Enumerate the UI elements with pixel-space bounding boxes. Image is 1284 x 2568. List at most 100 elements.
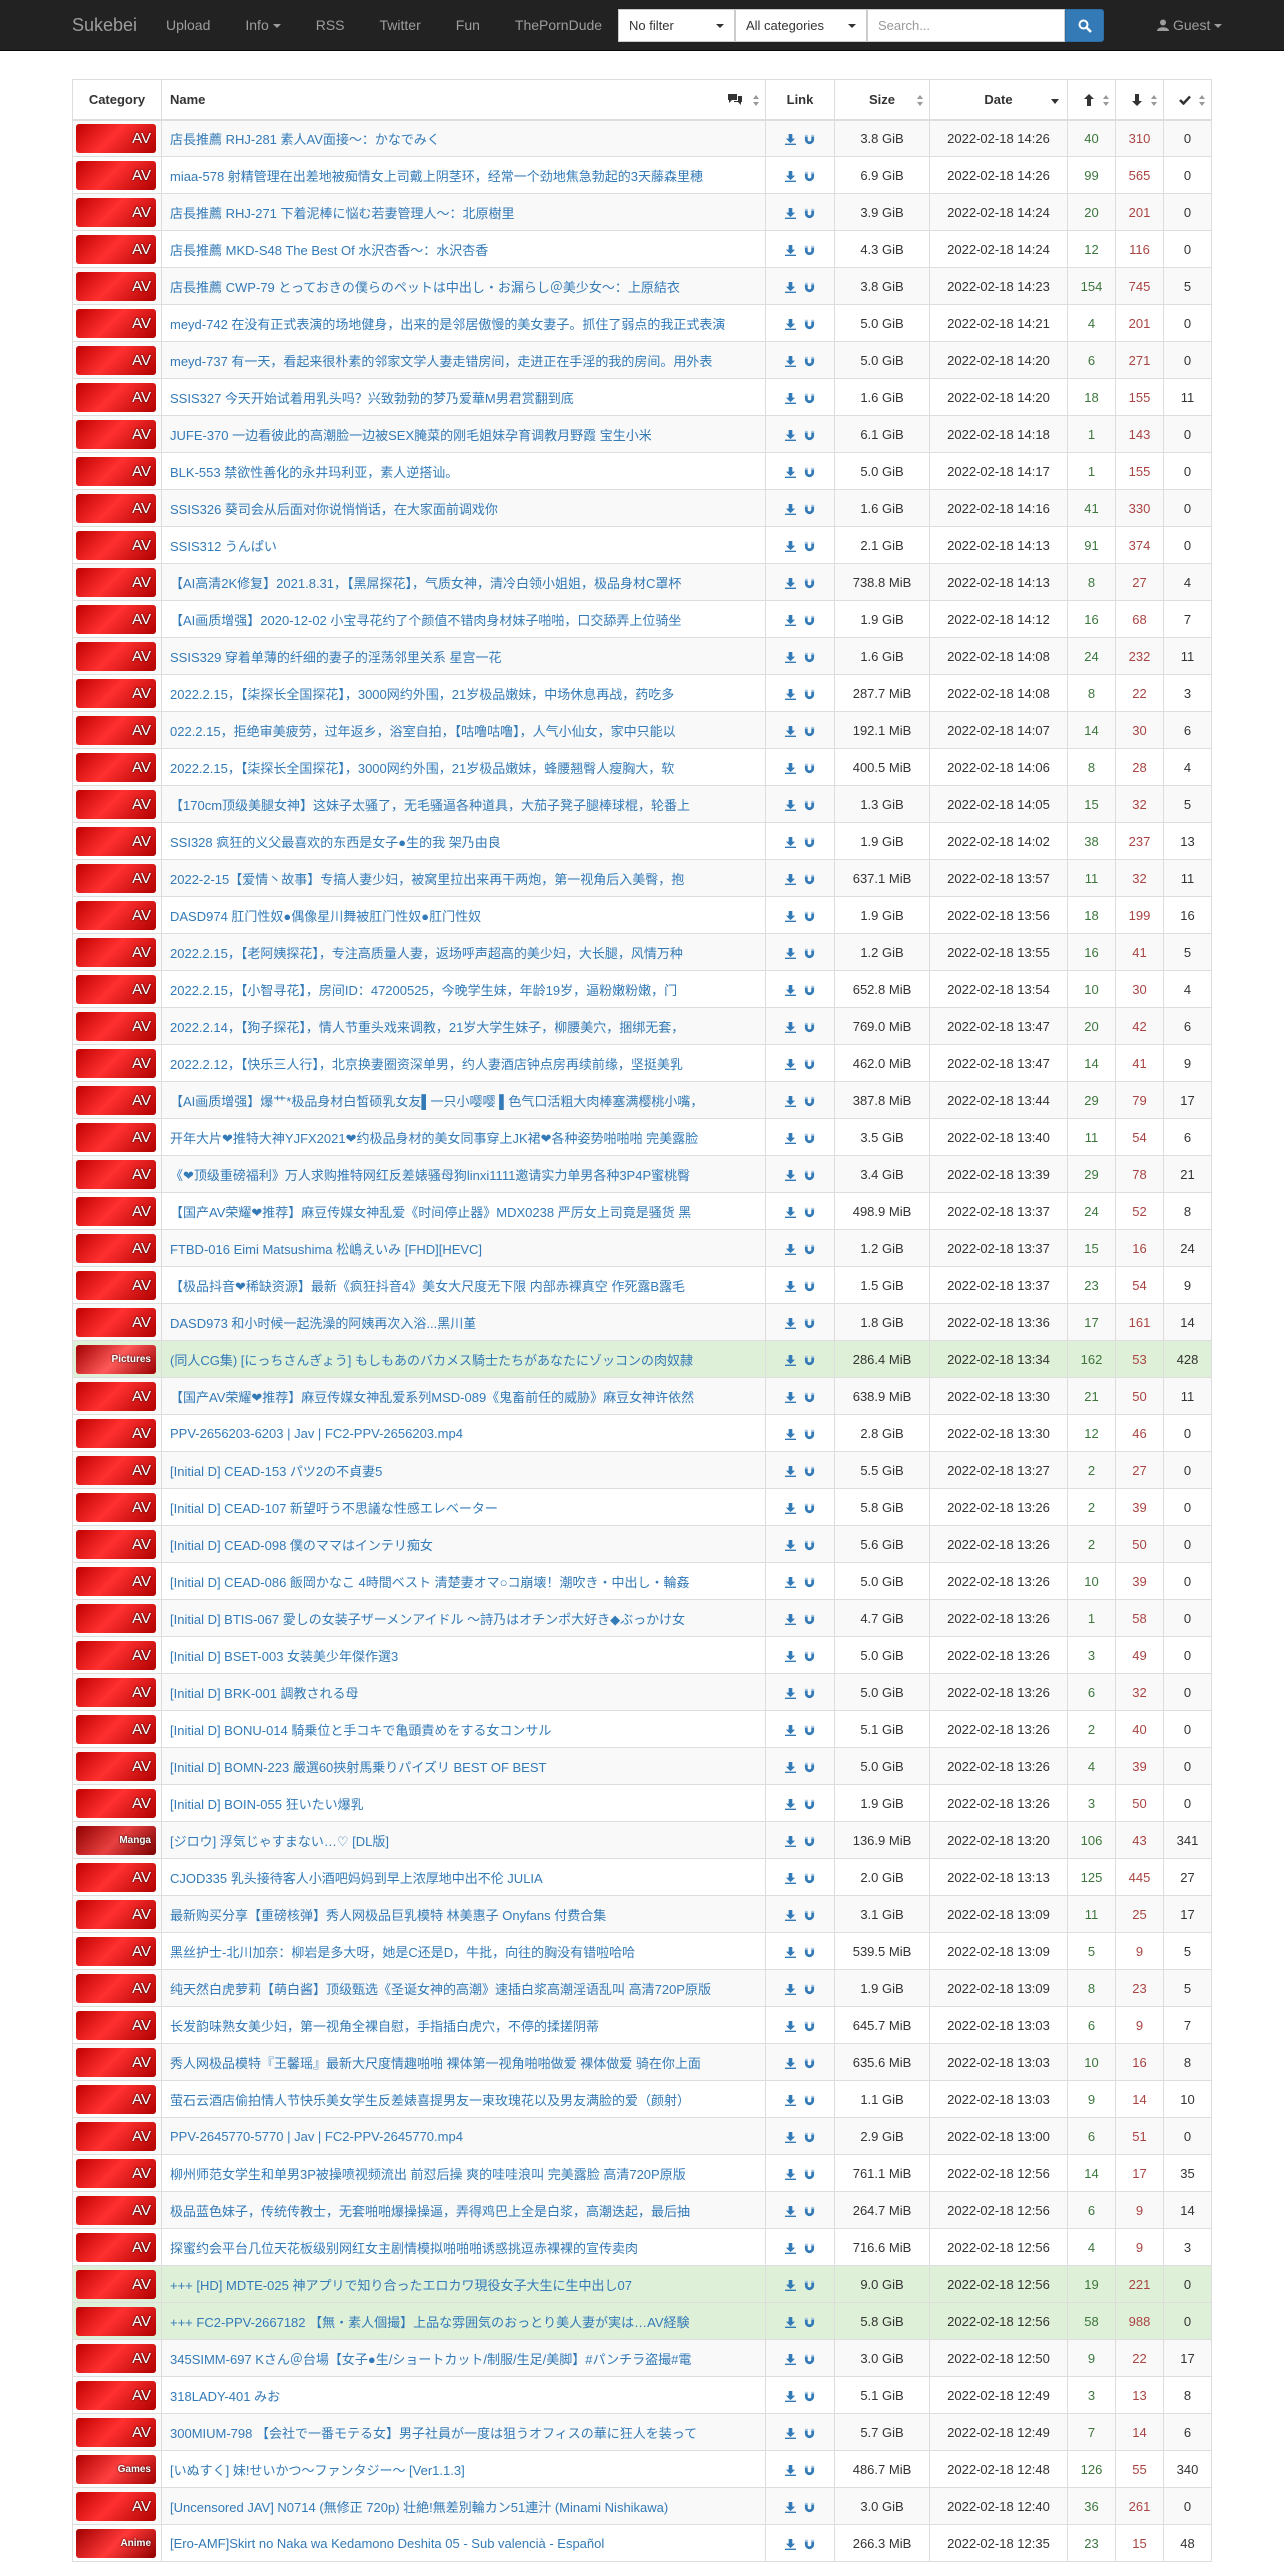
category-badge[interactable]: AV (76, 974, 156, 1004)
torrent-title-link[interactable]: 2022-2-15【爱情丶故事】专搞人妻少妇，被窝里拉出来再干两炮，第一视角后入… (170, 869, 757, 888)
torrent-title-link[interactable]: meyd-737 有一天，看起来很朴素的邻家文学人妻走错房间，走进正在手淫的我的… (170, 351, 757, 370)
category-badge[interactable]: AV (76, 123, 156, 153)
magnet-icon[interactable] (804, 726, 815, 737)
magnet-icon[interactable] (804, 541, 815, 552)
magnet-icon[interactable] (804, 1873, 815, 1884)
torrent-title-link[interactable]: 345SIMM-697 Kさん＠台場【女子●生/ショートカット/制服/生足/美脚… (170, 2349, 757, 2368)
magnet-icon[interactable] (804, 1244, 815, 1255)
torrent-title-link[interactable]: PPV-2645770-5770 | Jav | FC2-PPV-2645770… (170, 2129, 757, 2144)
download-icon[interactable] (785, 2538, 796, 2550)
download-icon[interactable] (785, 1983, 796, 1995)
download-icon[interactable] (785, 1724, 796, 1736)
category-badge[interactable]: AV (76, 937, 156, 967)
category-badge[interactable]: AV (76, 1936, 156, 1966)
download-icon[interactable] (785, 651, 796, 663)
torrent-title-link[interactable]: BLK-553 禁欲性善化的永井玛利亚，素人逆搭讪。 (170, 462, 757, 481)
download-icon[interactable] (785, 170, 796, 182)
torrent-title-link[interactable]: PPV-2656203-6203 | Jav | FC2-PPV-2656203… (170, 1426, 757, 1441)
magnet-icon[interactable] (804, 2465, 815, 2476)
download-icon[interactable] (785, 2353, 796, 2365)
magnet-icon[interactable] (804, 615, 815, 626)
column-completed[interactable] (1163, 79, 1212, 121)
torrent-title-link[interactable]: 长发韵味熟女美少妇，第一视角全裸自慰，手指插白虎穴，不停的揉搓阴蒂 (170, 2016, 757, 2035)
category-badge[interactable]: AV (76, 2047, 156, 2077)
magnet-icon[interactable] (804, 1503, 815, 1514)
category-badge[interactable]: Games (76, 2454, 156, 2484)
torrent-title-link[interactable]: [Initial D] BONU-014 騎乗位と手コキで亀頭責めをする女コンサ… (170, 1720, 757, 1739)
torrent-title-link[interactable]: SSIS327 今天开始试着用乳头吗？兴致勃勃的梦乃爱華M男君赏翻到底 (170, 388, 757, 407)
category-badge[interactable]: AV (76, 2232, 156, 2262)
magnet-icon[interactable] (804, 2169, 815, 2180)
category-badge[interactable]: AV (76, 2306, 156, 2336)
download-icon[interactable] (785, 2020, 796, 2032)
torrent-title-link[interactable]: 店長推薦 MKD-S48 The Best Of 水沢杏香～：水沢杏香 (170, 240, 757, 259)
category-badge[interactable]: AV (76, 1381, 156, 1411)
download-icon[interactable] (785, 2316, 796, 2328)
column-size[interactable]: Size (834, 79, 930, 121)
magnet-icon[interactable] (804, 2539, 815, 2550)
download-icon[interactable] (785, 1206, 796, 1218)
category-badge[interactable]: AV (76, 1307, 156, 1337)
nav-upload[interactable]: Upload (166, 0, 210, 51)
category-badge[interactable]: AV (76, 197, 156, 227)
magnet-icon[interactable] (804, 1799, 815, 1810)
magnet-icon[interactable] (804, 837, 815, 848)
torrent-title-link[interactable]: 【极品抖音❤稀缺资源】最新《疯狂抖音4》美女大尺度无下限 内部赤裸真空 作死露B… (170, 1276, 757, 1295)
magnet-icon[interactable] (804, 1947, 815, 1958)
user-menu[interactable]: Guest (1157, 0, 1223, 51)
torrent-title-link[interactable]: [Uncensored JAV] N0714 (無修正 720p) 壮絶!無差別… (170, 2497, 757, 2516)
torrent-title-link[interactable]: [Ero-AMF]Skirt no Naka wa Kedamono Deshi… (170, 2536, 757, 2551)
download-icon[interactable] (785, 1169, 796, 1181)
magnet-icon[interactable] (804, 1614, 815, 1625)
magnet-icon[interactable] (804, 1466, 815, 1477)
torrent-title-link[interactable]: 2022.2.12，【快乐三人行】，北京换妻圈资深单男，约人妻酒店钟点房再续前缘… (170, 1054, 757, 1073)
category-badge[interactable]: AV (76, 419, 156, 449)
torrent-title-link[interactable]: FTBD-016 Eimi Matsushima 松嶋えいみ [FHD][HEV… (170, 1239, 757, 1258)
download-icon[interactable] (785, 799, 796, 811)
category-badge[interactable]: AV (76, 1899, 156, 1929)
category-badge[interactable]: AV (76, 2491, 156, 2521)
download-icon[interactable] (785, 2390, 796, 2402)
download-icon[interactable] (785, 1798, 796, 1810)
column-leechers[interactable] (1115, 79, 1164, 121)
magnet-icon[interactable] (804, 1355, 815, 1366)
column-date[interactable]: Date (929, 79, 1068, 121)
category-badge[interactable]: AV (76, 1862, 156, 1892)
download-icon[interactable] (785, 1317, 796, 1329)
download-icon[interactable] (785, 2279, 796, 2291)
category-badge[interactable]: AV (76, 2417, 156, 2447)
magnet-icon[interactable] (804, 2502, 815, 2513)
torrent-title-link[interactable]: [Initial D] CEAD-107 新望吁う不思議な性感エレベーター (170, 1498, 757, 1517)
download-icon[interactable] (785, 1391, 796, 1403)
category-badge[interactable]: AV (76, 1011, 156, 1041)
filter-select[interactable]: No filter (618, 9, 735, 42)
category-badge[interactable]: AV (76, 678, 156, 708)
torrent-title-link[interactable]: [いぬすく] 妹!せいかつ～ファンタジー～ [Ver1.1.3] (170, 2460, 757, 2479)
download-icon[interactable] (785, 1280, 796, 1292)
torrent-title-link[interactable]: 【170cm顶级美腿女神】这妹子太骚了，无毛骚逼各种道具，大茄子凳子腿棒球棍，轮… (170, 795, 757, 814)
download-icon[interactable] (785, 2501, 796, 2513)
nav-theporndude[interactable]: ThePornDude (515, 0, 602, 51)
category-badge[interactable]: Pictures (76, 1344, 156, 1374)
category-badge[interactable]: AV (76, 1714, 156, 1744)
nav-twitter[interactable]: Twitter (380, 0, 421, 51)
category-badge[interactable]: AV (76, 826, 156, 856)
category-badge[interactable]: AV (76, 2084, 156, 2114)
magnet-icon[interactable] (804, 874, 815, 885)
category-badge[interactable]: AV (76, 1159, 156, 1189)
download-icon[interactable] (785, 244, 796, 256)
torrent-title-link[interactable]: 秀人网极品模特『王馨瑶』最新大尺度情趣啪啪 裸体第一视角啪啪做爱 裸体做爱 骑在… (170, 2053, 757, 2072)
download-icon[interactable] (785, 2131, 796, 2143)
torrent-title-link[interactable]: 【AI画质增强】爆艹*极品身材白皙硕乳女友▌一只小嘤嘤 ▌色气口活粗大肉棒塞满樱… (170, 1091, 757, 1110)
torrent-title-link[interactable]: [Initial D] BRK-001 調教される母 (170, 1683, 757, 1702)
magnet-icon[interactable] (804, 2021, 815, 2032)
category-badge[interactable]: AV (76, 604, 156, 634)
category-badge[interactable]: AV (76, 160, 156, 190)
magnet-icon[interactable] (804, 1429, 815, 1440)
torrent-title-link[interactable]: 店長推薦 RHJ-271 下着泥棒に悩む若妻管理人～：北原樹里 (170, 203, 757, 222)
download-icon[interactable] (785, 1835, 796, 1847)
category-badge[interactable]: AV (76, 1973, 156, 2003)
magnet-icon[interactable] (804, 2428, 815, 2439)
torrent-title-link[interactable]: 2022.2.15，【柒探长全国探花】，3000网约外围，21岁极品嫩妹，蜂腰翘… (170, 758, 757, 777)
category-badge[interactable]: AV (76, 2010, 156, 2040)
